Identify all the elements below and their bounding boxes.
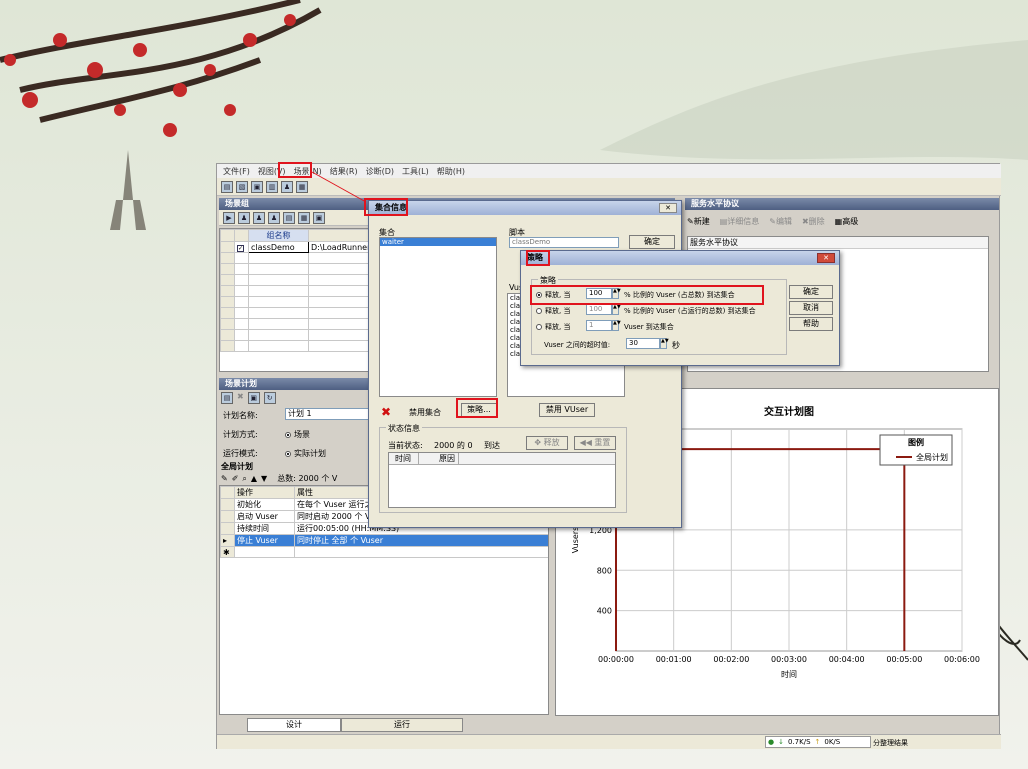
close-icon[interactable]: ✕: [659, 203, 677, 213]
arrived-label: 到达: [484, 441, 500, 450]
reason-header: 原因: [419, 453, 459, 464]
policy-option-count[interactable]: 释放, 当: [536, 322, 570, 332]
list-item[interactable]: waiter: [380, 238, 496, 246]
release-icon: ✥: [534, 438, 542, 447]
policy-dialog-title: 策略: [521, 251, 839, 265]
timeout-field[interactable]: 30: [626, 338, 660, 349]
close-icon[interactable]: ✕: [817, 253, 835, 263]
annotation-policy-button: [456, 398, 498, 418]
spin-icon[interactable]: ▲▼: [660, 338, 669, 349]
annotation-policy-option: [530, 285, 764, 305]
rendezvous-ok-button[interactable]: 确定: [629, 235, 675, 249]
disable-icon: ✖: [381, 405, 392, 419]
release-button[interactable]: ✥ 释放: [526, 436, 568, 450]
reset-button[interactable]: ◀◀ 重置: [574, 436, 616, 450]
policy-help-button[interactable]: 帮助: [789, 317, 833, 331]
spin-icon[interactable]: ▲▼: [612, 320, 621, 331]
current-status-value: 2000 的 0: [434, 441, 473, 450]
rendezvous-dialog-title: 集合信息: [369, 201, 681, 215]
spin-icon[interactable]: ▲▼: [612, 304, 621, 315]
status-title: 状态信息: [386, 423, 422, 434]
disable-rendezvous-button[interactable]: 禁用集合: [409, 407, 441, 418]
annotation-rendezvous-title: [364, 198, 408, 216]
status-log-table: 时间 原因: [388, 452, 616, 508]
policy-option-count-text: Vuser 到达集合: [624, 323, 674, 331]
timeout-unit: 秒: [672, 341, 680, 350]
policy-dialog: 策略 ✕ 策略 释放, 当 100 ▲▼ % 比例的 Vuser (占总数) 到…: [520, 250, 840, 366]
annotation-policy-title: [526, 250, 550, 266]
status-groupbox: 状态信息 当前状态: 2000 的 0 到达 ✥ 释放 ◀◀ 重置 时间 原因: [379, 423, 627, 513]
vuser-count-field[interactable]: 1: [586, 320, 612, 331]
policy-cancel-button[interactable]: 取消: [789, 301, 833, 315]
policy-option-running-text: % 比例的 Vuser (占运行的总数) 到达集合: [624, 307, 756, 315]
script-field[interactable]: classDemo: [509, 237, 619, 248]
rendezvous-list[interactable]: waiter: [379, 237, 497, 397]
current-status-label: 当前状态:: [388, 441, 423, 450]
time-header: 时间: [389, 453, 419, 464]
policy-ok-button[interactable]: 确定: [789, 285, 833, 299]
radio-icon: [536, 308, 542, 314]
timeout-label: Vuser 之间的超时值:: [544, 341, 611, 349]
percent-running-field[interactable]: 100: [586, 304, 612, 315]
disable-vuser-button[interactable]: 禁用 VUser: [539, 403, 595, 417]
policy-option-running[interactable]: 释放, 当: [536, 306, 570, 316]
rewind-icon: ◀◀: [579, 438, 592, 447]
radio-icon: [536, 324, 542, 330]
